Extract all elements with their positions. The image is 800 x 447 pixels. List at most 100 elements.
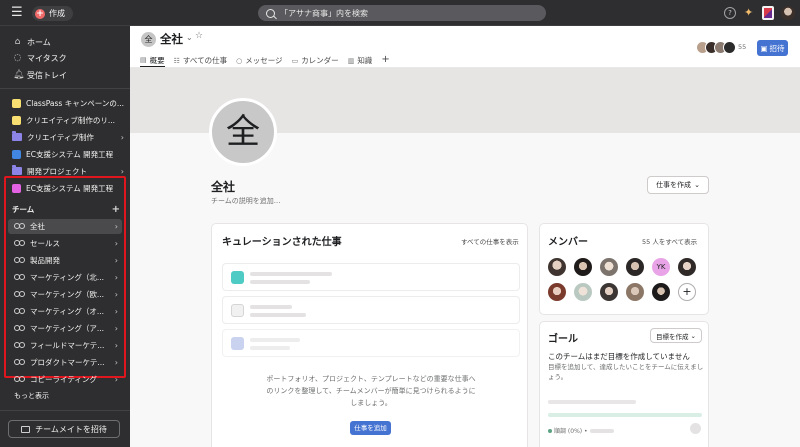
avatar[interactable] [600, 283, 618, 301]
add-tab-icon[interactable]: + [381, 54, 389, 67]
placeholder-row [222, 296, 520, 324]
chevron-right-icon[interactable]: › [115, 375, 118, 384]
team-avatar-large[interactable]: 全 [209, 98, 277, 166]
avatar[interactable] [574, 283, 592, 301]
show-more-link[interactable]: もっと表示 [14, 391, 49, 401]
chevron-right-icon[interactable]: › [115, 222, 118, 231]
chevron-right-icon[interactable]: › [115, 358, 118, 367]
placeholder-row [222, 329, 520, 357]
chevron-right-icon[interactable]: › [115, 324, 118, 333]
tab-label: 概要 [149, 55, 165, 65]
tab-label: 知識 [357, 56, 373, 65]
sidebar-item-label: セールス [30, 239, 60, 248]
avatar[interactable] [574, 258, 592, 276]
folder-icon [12, 165, 22, 175]
avatar[interactable] [626, 258, 644, 276]
avatar[interactable] [548, 258, 566, 276]
sidebar-item-label: クリエイティブ制作のリ... [26, 115, 116, 125]
search-input[interactable]: 「アサナ商事」内を検索 [258, 5, 546, 21]
members-avatar-stack[interactable]: 55 [696, 41, 746, 55]
add-member-icon[interactable]: + [678, 283, 696, 301]
sidebar-item-team[interactable]: マーケティング（欧... › [8, 287, 122, 302]
tab-knowledge[interactable]: ▥ 知識 [348, 54, 373, 67]
main-content: 全 全社 ⌄ ☆ ▤ 概要 ☷ すべての仕事 ○ メッセージ ▭ カレンダー ▥ [130, 26, 800, 447]
sparkle-icon[interactable]: ✦ [744, 6, 753, 20]
create-button[interactable]: + 作成 [32, 6, 73, 21]
invite-button[interactable]: ▣ 招待 [757, 40, 788, 56]
goal-progress-bar [548, 413, 702, 417]
teams-header[interactable]: チーム + [12, 203, 120, 215]
sidebar-item-team[interactable]: フィールドマーケテ... › [8, 338, 122, 353]
chevron-right-icon[interactable]: › [115, 256, 118, 265]
list-icon: ☷ [173, 56, 180, 65]
view-all-members-link[interactable]: 55 人をすべて表示 [642, 236, 697, 246]
chevron-right-icon[interactable]: › [121, 167, 124, 176]
sidebar-item-my-tasks[interactable]: ◌ マイタスク [13, 51, 67, 65]
project-color-icon [12, 115, 21, 125]
people-icon: ▣ [760, 43, 768, 53]
sidebar-project[interactable]: EC支援システム 開発工程 [12, 147, 124, 161]
avatar[interactable]: YK [652, 258, 670, 276]
placeholder-bar [250, 305, 292, 309]
sidebar-item-label: ホーム [27, 37, 51, 47]
tab-overview[interactable]: ▤ 概要 [140, 54, 165, 67]
placeholder-row [222, 263, 520, 291]
sidebar-item-team[interactable]: セールス › [8, 236, 122, 251]
avatar[interactable] [626, 283, 644, 301]
chevron-right-icon[interactable]: › [121, 133, 124, 142]
team-icon [14, 290, 25, 299]
organization-logo[interactable] [762, 6, 774, 20]
add-work-button[interactable]: 仕事を追加 [350, 421, 391, 435]
team-icon [14, 273, 25, 282]
goals-title: ゴール [548, 334, 578, 345]
sidebar-item-inbox[interactable]: 🔔︎ 受信トレイ [13, 68, 67, 82]
sidebar-item-team[interactable]: 製品開発 › [8, 253, 122, 268]
plus-icon: + [35, 8, 45, 19]
tab-messages[interactable]: ○ メッセージ [236, 54, 282, 67]
avatar[interactable] [600, 258, 618, 276]
avatar[interactable] [652, 283, 670, 301]
chevron-right-icon[interactable]: › [115, 290, 118, 299]
menu-icon[interactable]: ☰ [11, 6, 25, 20]
sidebar-item-team[interactable]: コピーライティング › [8, 372, 122, 387]
create-label: 作成 [49, 9, 65, 18]
page-title: 全社 [160, 32, 183, 46]
tab-calendar[interactable]: ▭ カレンダー [292, 54, 339, 67]
sidebar-project[interactable]: ClassPass キャンペーンの... [12, 96, 124, 110]
chevron-right-icon[interactable]: › [115, 341, 118, 350]
members-title: メンバー [548, 237, 588, 248]
sidebar-item-team[interactable]: マーケティング（北... › [8, 270, 122, 285]
sidebar-item-label: プロダクトマーケテ... [30, 358, 105, 367]
sidebar-item-team[interactable]: 全社 › [8, 219, 122, 234]
sidebar-project[interactable]: クリエイティブ制作のリ... [12, 113, 124, 127]
sidebar-portfolio[interactable]: クリエイティブ制作 › [12, 130, 124, 144]
chevron-down-icon[interactable]: ⌄ [186, 33, 193, 42]
invite-teammates-button[interactable]: チームメイトを招待 [8, 420, 120, 438]
avatar[interactable] [781, 6, 795, 20]
sidebar-item-team[interactable]: プロダクトマーケテ... › [8, 355, 122, 370]
star-icon[interactable]: ☆ [195, 31, 203, 41]
tab-all-work[interactable]: ☷ すべての仕事 [174, 54, 227, 67]
avatar[interactable] [678, 258, 696, 276]
chevron-right-icon[interactable]: › [115, 307, 118, 316]
placeholder-bar [250, 346, 290, 350]
folder-icon [12, 131, 22, 141]
sidebar-item-team[interactable]: マーケティング（オ... › [8, 304, 122, 319]
view-all-work-link[interactable]: すべての仕事を表示 [461, 236, 519, 246]
team-name-heading[interactable]: 全社 [211, 178, 235, 195]
add-team-icon[interactable]: + [112, 204, 120, 215]
sidebar-item-label: フィールドマーケテ... [30, 341, 105, 350]
sidebar-item-team[interactable]: マーケティング（ア... › [8, 321, 122, 336]
create-goal-button[interactable]: 目標を作成 ⌄ [650, 328, 702, 343]
help-icon[interactable]: ? [724, 7, 736, 19]
chevron-right-icon[interactable]: › [115, 273, 118, 282]
sidebar-item-label: マーケティング（北... [30, 273, 105, 282]
create-work-button[interactable]: 仕事を作成 ⌄ [647, 176, 709, 194]
avatar[interactable] [548, 283, 566, 301]
goals-card: ゴール 目標を作成 ⌄ このチームはまだ目標を作成していません 目標を追加して、… [539, 321, 709, 447]
sidebar-item-home[interactable]: ⌂ ホーム [13, 35, 51, 49]
chevron-right-icon[interactable]: › [115, 239, 118, 248]
project-color-icon [12, 149, 21, 159]
team-description-field[interactable]: チームの説明を追加... [211, 196, 280, 206]
team-avatar: 全 [141, 32, 156, 47]
